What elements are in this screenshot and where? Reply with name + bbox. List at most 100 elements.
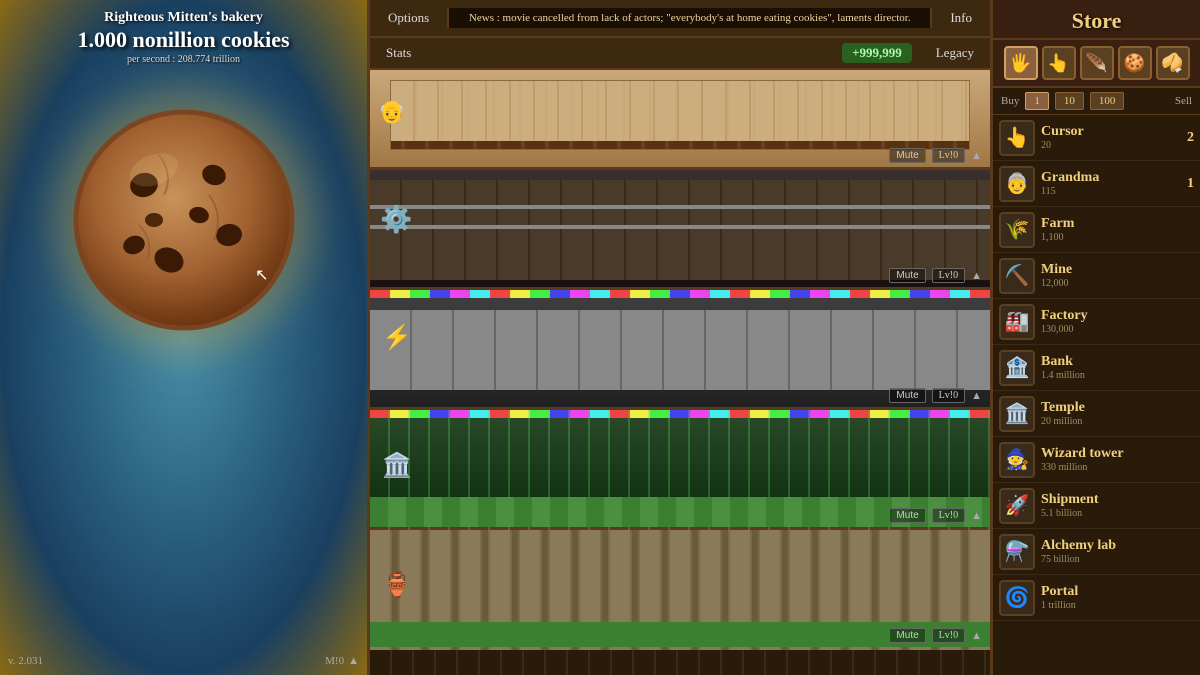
bank-layer: 🏛️ Mute Lv!0 ▲ bbox=[370, 410, 990, 530]
store-item-farm[interactable]: 🌾Farm1,100 bbox=[993, 207, 1200, 253]
factory-sprite: ⚡ bbox=[382, 323, 412, 352]
store-item-count-0: 2 bbox=[1174, 130, 1194, 146]
bank-mute-btn[interactable]: Mute bbox=[889, 508, 925, 523]
cursor-icon-point[interactable]: 👆 bbox=[1042, 46, 1076, 80]
store-item-name-3: Mine bbox=[1041, 262, 1194, 278]
store-item-price-7: 330 million bbox=[1041, 462, 1194, 473]
factory-mute-btn[interactable]: Mute bbox=[889, 388, 925, 403]
cookie-svg bbox=[59, 95, 309, 345]
store-item-name-6: Temple bbox=[1041, 400, 1194, 416]
store-item-price-1: 115 bbox=[1041, 186, 1168, 197]
store-item-icon-3: ⛏️ bbox=[999, 258, 1035, 294]
store-title: Store bbox=[993, 0, 1200, 40]
rails bbox=[370, 205, 990, 209]
store-item-price-6: 20 million bbox=[1041, 416, 1194, 427]
store-item-price-5: 1.4 million bbox=[1041, 370, 1194, 381]
store-item-name-0: Cursor bbox=[1041, 124, 1168, 140]
temple-sprite: 🏺 bbox=[382, 571, 412, 600]
store-item-portal[interactable]: 🌀Portal1 trillion bbox=[993, 575, 1200, 621]
store-items-list: 👆Cursor202👵Grandma1151🌾Farm1,100⛏️Mine12… bbox=[993, 115, 1200, 675]
store-item-bank[interactable]: 🏦Bank1.4 million bbox=[993, 345, 1200, 391]
store-item-icon-9: ⚗️ bbox=[999, 534, 1035, 570]
info-button[interactable]: Info bbox=[932, 4, 990, 32]
mute-bottom-btn[interactable]: M!0 ▲ bbox=[325, 655, 359, 667]
store-item-wizard-tower[interactable]: 🧙 Wizard tower330 million bbox=[993, 437, 1200, 483]
stats-button[interactable]: Stats bbox=[370, 41, 427, 65]
store-item-price-10: 1 trillion bbox=[1041, 600, 1194, 611]
store-item-name-10: Portal bbox=[1041, 584, 1194, 600]
top-bar: Options News : movie cancelled from lack… bbox=[370, 0, 990, 38]
news-ticker: News : movie cancelled from lack of acto… bbox=[447, 8, 932, 28]
left-panel: Righteous Mitten's bakery 1.000 nonillio… bbox=[0, 0, 370, 675]
temple-mute-btn[interactable]: Mute bbox=[889, 628, 925, 643]
bottom-layer: ✨ Mute Lv!0 ▲ bbox=[370, 650, 990, 675]
right-panel: Store 🖐 👆 🪶 🍪 🥠 Buy 1 10 100 Sell 👆 Curso… bbox=[990, 0, 1200, 675]
grandma-level: Lv!0 bbox=[932, 148, 965, 163]
mine-layer-controls: Mute Lv!0 ▲ bbox=[889, 268, 982, 283]
store-item-name-9: Alchemy lab bbox=[1041, 538, 1194, 554]
options-button[interactable]: Options bbox=[370, 4, 447, 32]
mine-layer: ⚙️ Mute Lv!0 ▲ bbox=[370, 170, 990, 290]
store-item-icon-8: 🚀 bbox=[999, 488, 1035, 524]
grandma-scroll-up[interactable]: ▲ bbox=[971, 150, 982, 162]
store-item-icon-7: 🧙 bbox=[999, 442, 1035, 478]
store-item-price-4: 130,000 bbox=[1041, 324, 1194, 335]
cookie-count: 1.000 nonillion cookies bbox=[77, 28, 289, 52]
big-cookie[interactable]: ↖ bbox=[59, 95, 309, 345]
legacy-button[interactable]: Legacy bbox=[920, 41, 990, 65]
temple-level: Lv!0 bbox=[932, 628, 965, 643]
store-item-alchemy-lab[interactable]: ⚗️Alchemy lab75 billion bbox=[993, 529, 1200, 575]
version-text: v. 2.031 bbox=[8, 655, 43, 667]
grandma-layer-controls: Mute Lv!0 ▲ bbox=[889, 148, 982, 163]
cookie-bonus: +999,999 bbox=[842, 43, 912, 63]
bank-scroll-up[interactable]: ▲ bbox=[971, 510, 982, 522]
temple-layer: 🏺 Mute Lv!0 ▲ bbox=[370, 530, 990, 650]
store-item-grandma[interactable]: 👵 Grandma115 1 bbox=[993, 161, 1200, 207]
game-layers: 👴 Mute Lv!0 ▲ ⚙️ Mute Lv!0 ▲ ⚡ bbox=[370, 70, 990, 675]
store-item-price-8: 5.1 billion bbox=[1041, 508, 1194, 519]
second-bar: Stats +999,999 Legacy bbox=[370, 38, 990, 70]
store-item-icon-1: 👵 bbox=[999, 166, 1035, 202]
store-item-shipment[interactable]: 🚀 Shipment5.1 billion bbox=[993, 483, 1200, 529]
store-item-name-8: Shipment bbox=[1041, 492, 1194, 508]
grandma-layer: 👴 Mute Lv!0 ▲ bbox=[370, 70, 990, 170]
buy-1-button[interactable]: 1 bbox=[1025, 92, 1049, 110]
grandma-mute-btn[interactable]: Mute bbox=[889, 148, 925, 163]
buy-row: Buy 1 10 100 Sell bbox=[993, 88, 1200, 115]
store-item-price-3: 12,000 bbox=[1041, 278, 1194, 289]
store-item-count-1: 1 bbox=[1174, 176, 1194, 192]
bakery-name: Righteous Mitten's bakery bbox=[104, 10, 263, 26]
factory-scroll-up[interactable]: ▲ bbox=[971, 390, 982, 402]
mine-mute-btn[interactable]: Mute bbox=[889, 268, 925, 283]
store-item-price-2: 1,100 bbox=[1041, 232, 1194, 243]
store-item-name-7: Wizard tower bbox=[1041, 446, 1194, 462]
store-item-cursor[interactable]: 👆Cursor202 bbox=[993, 115, 1200, 161]
store-item-mine[interactable]: ⛏️ Mine12,000 bbox=[993, 253, 1200, 299]
store-item-name-1: Grandma bbox=[1041, 170, 1168, 186]
store-item-icon-6: 🏛️ bbox=[999, 396, 1035, 432]
gear-sprite: ⚙️ bbox=[380, 205, 412, 235]
store-item-price-0: 20 bbox=[1041, 140, 1168, 151]
buy-label: Buy bbox=[1001, 95, 1019, 107]
middle-panel: Options News : movie cancelled from lack… bbox=[370, 0, 990, 675]
bank-level: Lv!0 bbox=[932, 508, 965, 523]
bank-sprite: 🏛️ bbox=[382, 451, 412, 480]
cursor-icon-golden[interactable]: 🥠 bbox=[1156, 46, 1190, 80]
store-item-factory[interactable]: 🏭Factory130,000 bbox=[993, 299, 1200, 345]
bank-layer-controls: Mute Lv!0 ▲ bbox=[889, 508, 982, 523]
buy-10-button[interactable]: 10 bbox=[1055, 92, 1084, 110]
temple-layer-controls: Mute Lv!0 ▲ bbox=[889, 628, 982, 643]
cursor-icon-cookie[interactable]: 🍪 bbox=[1118, 46, 1152, 80]
colorful-band bbox=[370, 290, 990, 298]
store-item-temple[interactable]: 🏛️ Temple20 million bbox=[993, 391, 1200, 437]
store-item-name-4: Factory bbox=[1041, 308, 1194, 324]
cursor-icons-row: 🖐 👆 🪶 🍪 🥠 bbox=[993, 40, 1200, 88]
railroad-bg bbox=[370, 180, 990, 280]
cursor-icon-hand[interactable]: 🖐 bbox=[1004, 46, 1038, 80]
cursor-icon-feather[interactable]: 🪶 bbox=[1080, 46, 1114, 80]
store-item-name-2: Farm bbox=[1041, 216, 1194, 232]
mine-scroll-up[interactable]: ▲ bbox=[971, 270, 982, 282]
buy-100-button[interactable]: 100 bbox=[1090, 92, 1125, 110]
temple-scroll-up[interactable]: ▲ bbox=[971, 630, 982, 642]
factory-layer: ⚡ Mute Lv!0 ▲ bbox=[370, 290, 990, 410]
